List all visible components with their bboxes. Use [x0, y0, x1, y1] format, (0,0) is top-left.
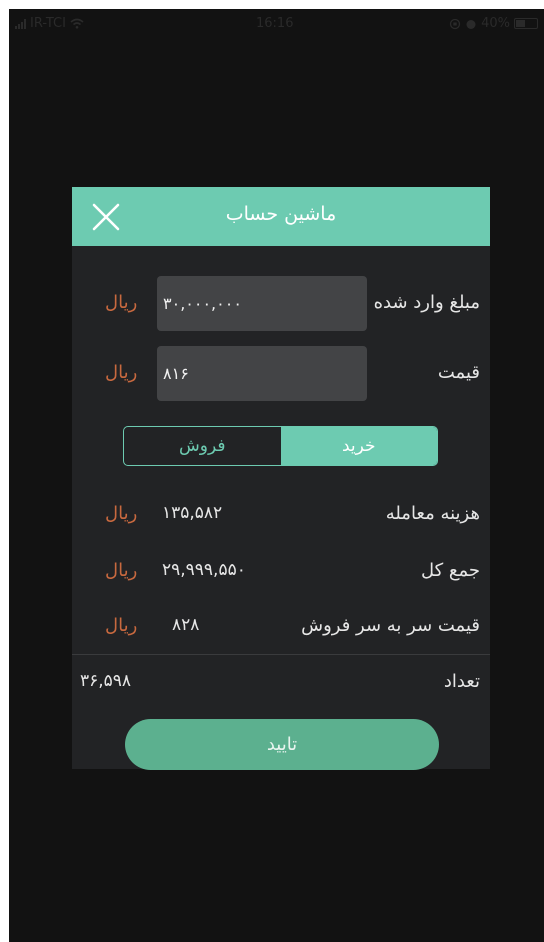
- fee-value: ۱۳۵,۵۸۲: [162, 503, 223, 523]
- price-input[interactable]: [157, 346, 367, 401]
- breakeven-label: قیمت سر به سر فروش: [301, 615, 480, 636]
- buy-tab[interactable]: خرید: [280, 427, 437, 465]
- carrier-name: IR-TCI: [30, 16, 66, 31]
- total-unit: ریال: [105, 560, 138, 581]
- count-value: ۳۶,۵۹۸: [80, 671, 132, 691]
- battery-percent: 40%: [481, 16, 510, 31]
- total-row: ریال ۲۹,۹۹۹,۵۵۰ جمع کل: [72, 560, 490, 590]
- divider: [72, 654, 490, 655]
- breakeven-unit: ریال: [105, 615, 138, 636]
- amount-label: مبلغ وارد شده: [373, 292, 480, 313]
- total-value: ۲۹,۹۹۹,۵۵۰: [162, 560, 246, 580]
- fee-label: هزینه معامله: [385, 503, 480, 524]
- alarm-icon: [466, 19, 476, 29]
- count-label: تعداد: [443, 671, 480, 692]
- dialog-header: ماشین حساب: [72, 187, 490, 246]
- wifi-icon: [70, 18, 84, 29]
- app-screen: IR-TCI 16:16 40% ماشین حساب ریال ۳۰,۰۰۰,…: [9, 9, 544, 942]
- sell-tab[interactable]: فروش: [124, 427, 281, 465]
- price-unit: ریال: [105, 362, 138, 383]
- dialog-title: ماشین حساب: [225, 203, 337, 225]
- orientation-lock-icon: [449, 18, 461, 29]
- status-bar: IR-TCI 16:16 40%: [9, 9, 544, 39]
- breakeven-row: ریال ۸۲۸ قیمت سر به سر فروش: [72, 615, 490, 645]
- fee-row: ریال ۱۳۵,۵۸۲ هزینه معامله: [72, 503, 490, 533]
- calculator-dialog: ماشین حساب ریال مبلغ وارد شده ریال قیمت …: [72, 187, 490, 770]
- status-right: 40%: [449, 16, 538, 31]
- amount-input[interactable]: [157, 276, 367, 331]
- signal-icon: [15, 18, 26, 29]
- status-left: IR-TCI: [15, 16, 84, 31]
- fee-unit: ریال: [105, 503, 138, 524]
- buy-sell-toggle: فروش خرید: [123, 426, 438, 466]
- amount-unit: ریال: [105, 292, 138, 313]
- status-time: 16:16: [256, 16, 294, 31]
- total-label: جمع کل: [420, 560, 480, 581]
- battery-icon: [514, 18, 538, 29]
- confirm-button[interactable]: تایید: [125, 719, 439, 770]
- price-label: قیمت: [437, 362, 480, 383]
- breakeven-value: ۸۲۸: [172, 615, 200, 635]
- count-row: ۳۶,۵۹۸ تعداد: [72, 671, 490, 701]
